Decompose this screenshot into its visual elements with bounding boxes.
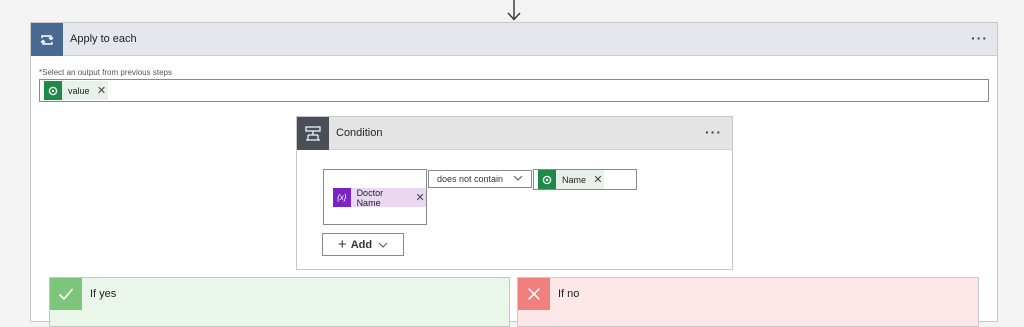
plus-icon: + [337,235,347,253]
operator-value: does not contain [437,174,504,184]
add-button-label: Add [350,238,373,251]
operator-dropdown[interactable]: does not contain [428,170,532,188]
remove-token-icon[interactable]: ✕ [96,84,108,97]
right-operand-field[interactable]: Name ✕ [533,169,637,190]
close-icon [518,278,550,310]
if-no-branch[interactable]: If no [517,277,979,327]
left-operand-field[interactable]: {x} Doctor Name ✕ [323,169,427,225]
doctor-name-token[interactable]: {x} Doctor Name ✕ [333,187,426,208]
variable-icon: {x} [333,188,351,207]
select-output-label-text: Select an output from previous steps [42,68,172,77]
doctor-name-token-label: Doctor Name [356,187,384,208]
condition-icon [297,117,329,150]
loop-icon [31,23,63,56]
if-yes-label: If yes [90,288,117,300]
chevron-down-icon [513,175,523,181]
chevron-down-icon [378,242,388,248]
name-token[interactable]: Name ✕ [538,170,605,189]
select-output-field[interactable]: value ✕ [39,79,989,102]
apply-to-each-title: Apply to each [70,33,137,45]
value-token[interactable]: value ✕ [44,81,108,100]
dataverse-icon [538,170,556,189]
add-button[interactable]: + Add [322,233,404,256]
name-token-label: Name [562,174,587,185]
value-token-label: value [68,85,90,96]
if-yes-branch[interactable]: If yes [49,277,510,327]
checkmark-icon [50,278,82,310]
connector-arrow-icon [507,0,521,21]
condition-card: Condition ··· {x} Doctor Name ✕ does not… [296,116,733,270]
condition-header[interactable]: Condition ··· [297,117,732,150]
remove-token-icon[interactable]: ✕ [414,191,426,204]
condition-title: Condition [336,127,383,139]
dataverse-icon [44,81,62,100]
remove-token-icon[interactable]: ✕ [592,173,604,186]
if-no-label: If no [558,288,580,300]
more-options-button[interactable]: ··· [971,31,988,47]
condition-more-options-button[interactable]: ··· [705,125,722,141]
select-output-label: *Select an output from previous steps [39,68,172,77]
apply-to-each-header[interactable]: Apply to each ··· [31,23,997,56]
